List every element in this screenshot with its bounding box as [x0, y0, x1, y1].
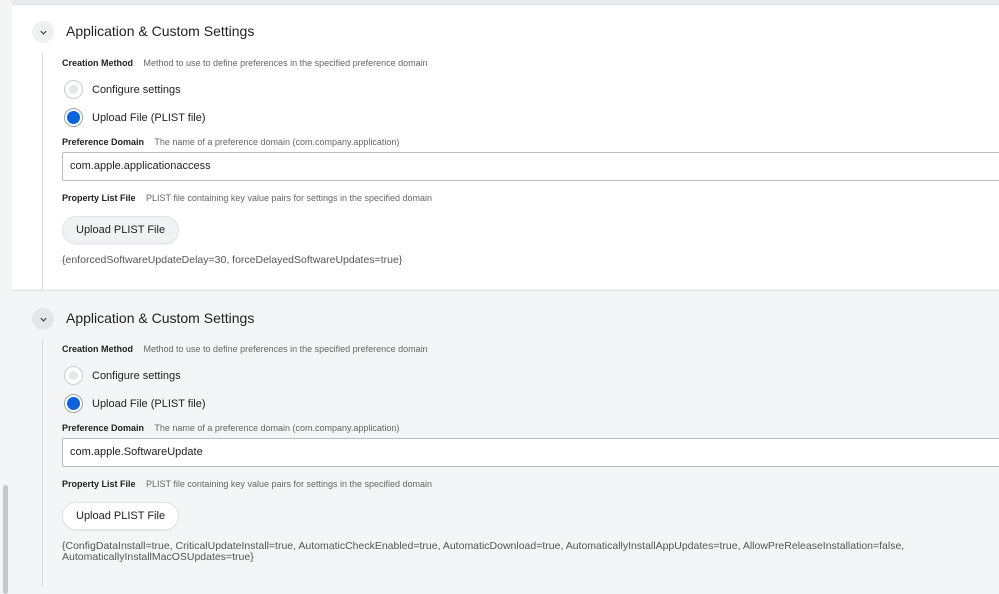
property-list-file-label: Property List File: [62, 479, 136, 489]
preference-domain-description: The name of a preference domain (com.com…: [154, 137, 400, 147]
property-list-file-row: Property List File PLIST file containing…: [62, 193, 432, 203]
plist-contents: {ConfigDataInstall=true, CriticalUpdateI…: [62, 540, 905, 563]
radio-label: Configure settings: [92, 369, 181, 382]
radio-upload-file[interactable]: Upload File (PLIST file): [64, 394, 206, 413]
preference-domain-input[interactable]: com.apple.SoftwareUpdate: [62, 438, 999, 467]
preference-domain-label: Preference Domain: [62, 137, 145, 147]
radio-label: Upload File (PLIST file): [92, 397, 206, 410]
section-title: Application & Custom Settings: [66, 310, 255, 326]
scrollbar-thumb[interactable]: [3, 485, 8, 594]
creation-method-row: Creation Method Method to use to define …: [62, 58, 428, 68]
section-indent-line: [42, 339, 43, 587]
property-list-file-row: Property List File PLIST file containing…: [62, 479, 432, 489]
creation-method-label: Creation Method: [62, 58, 133, 68]
scrollbar[interactable]: [0, 0, 12, 594]
radio-circle[interactable]: [64, 80, 83, 99]
app-custom-settings-section-2: Application & Custom Settings Creation M…: [12, 290, 999, 587]
chevron-down-icon: [39, 317, 47, 322]
property-list-file-description: PLIST file containing key value pairs fo…: [146, 479, 433, 489]
property-list-file-label: Property List File: [62, 193, 136, 203]
property-list-file-description: PLIST file containing key value pairs fo…: [146, 193, 433, 203]
radio-upload-file[interactable]: Upload File (PLIST file): [64, 108, 206, 127]
creation-method-label: Creation Method: [62, 344, 133, 354]
radio-circle[interactable]: [64, 366, 83, 385]
collapse-button[interactable]: [32, 21, 54, 43]
upload-plist-button[interactable]: Upload PLIST File: [62, 502, 180, 530]
radio-label: Upload File (PLIST file): [92, 111, 206, 124]
preference-domain-description: The name of a preference domain (com.com…: [154, 423, 400, 433]
upload-plist-button[interactable]: Upload PLIST File: [62, 216, 180, 244]
preference-domain-input[interactable]: com.apple.applicationaccess: [62, 152, 999, 181]
radio-circle[interactable]: [64, 108, 83, 127]
radio-circle[interactable]: [64, 394, 83, 413]
creation-method-description: Method to use to define preferences in t…: [143, 344, 428, 354]
section-title: Application & Custom Settings: [66, 23, 255, 39]
preference-domain-label: Preference Domain: [62, 423, 145, 433]
creation-method-row: Creation Method Method to use to define …: [62, 344, 428, 354]
preference-domain-row: Preference Domain The name of a preferen…: [62, 137, 399, 147]
app-custom-settings-section-1: Application & Custom Settings Creation M…: [12, 4, 999, 293]
creation-method-description: Method to use to define preferences in t…: [143, 58, 428, 68]
radio-configure-settings[interactable]: Configure settings: [64, 80, 181, 99]
radio-configure-settings[interactable]: Configure settings: [64, 366, 181, 385]
preference-domain-row: Preference Domain The name of a preferen…: [62, 423, 399, 433]
radio-label: Configure settings: [92, 83, 181, 96]
collapse-button[interactable]: [32, 308, 54, 330]
chevron-down-icon: [39, 30, 47, 35]
section-indent-line: [42, 53, 43, 293]
plist-contents: {enforcedSoftwareUpdateDelay=30, forceDe…: [62, 254, 403, 266]
